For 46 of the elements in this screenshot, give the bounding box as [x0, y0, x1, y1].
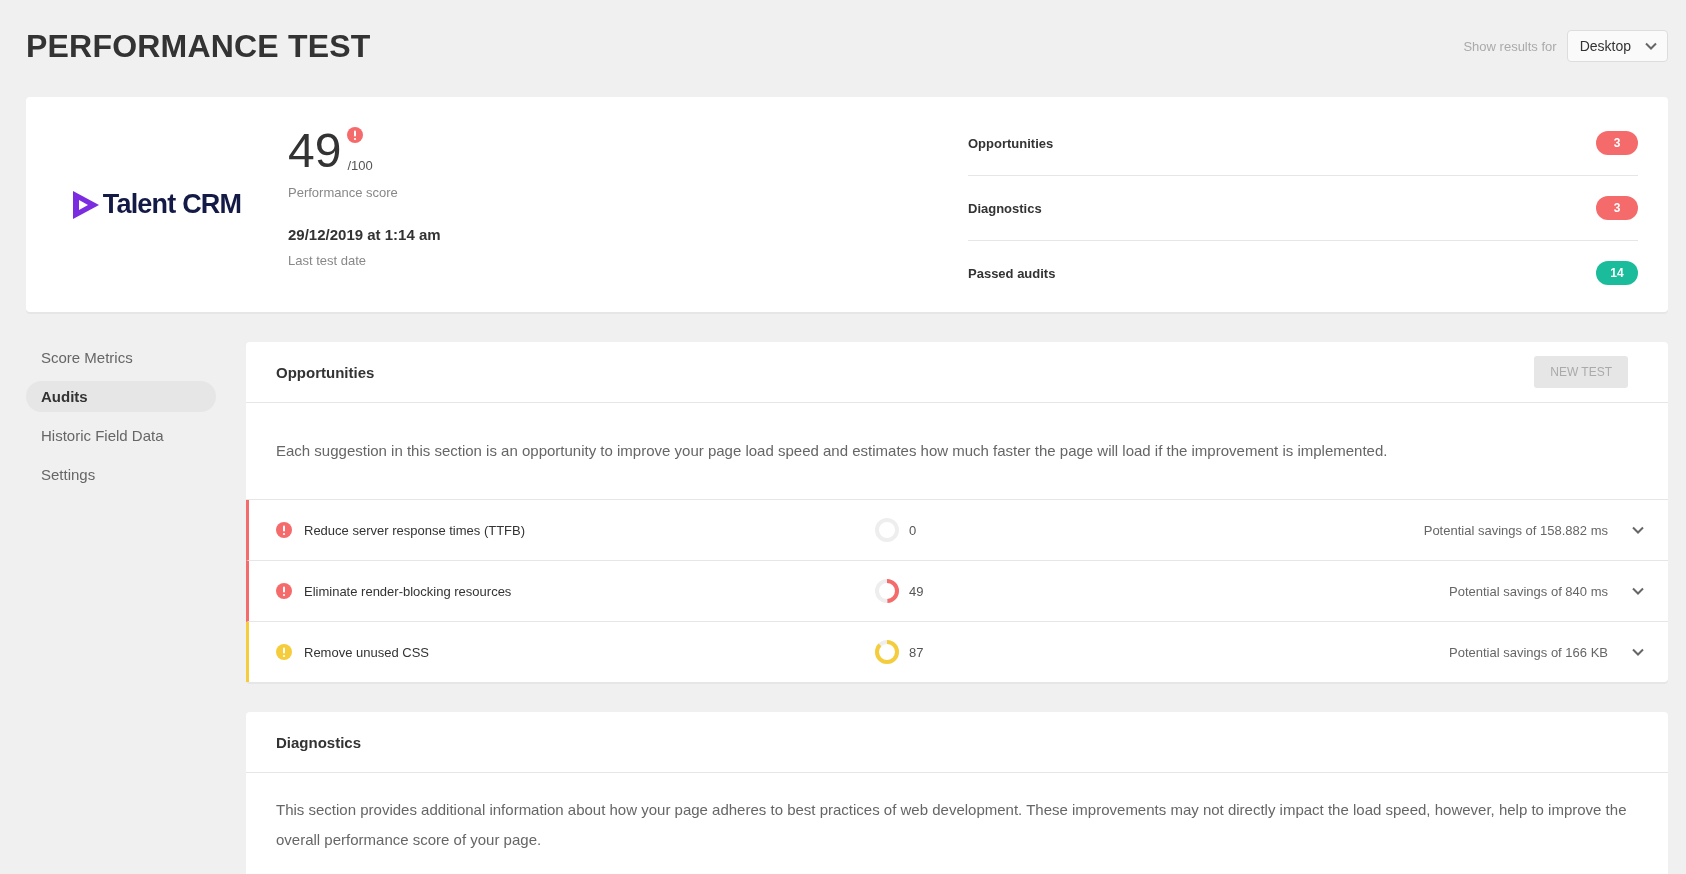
chevron-down-icon[interactable]	[1632, 648, 1644, 656]
section-title: Opportunities	[276, 363, 375, 381]
score-label: Performance score	[288, 185, 399, 200]
alert-icon	[276, 583, 292, 599]
sidebar-item[interactable]: Score Metrics	[26, 342, 216, 373]
test-date: 29/12/2019 at 1:14 am	[288, 226, 442, 243]
score-ring-icon	[873, 638, 901, 666]
sidebar-item[interactable]: Settings	[26, 459, 216, 490]
audit-title: Reduce server response times (TTFB)	[304, 522, 526, 538]
audit-row[interactable]: Reduce server response times (TTFB) 0 Potential savings of 158.882 ms	[246, 500, 1668, 561]
chevron-down-icon	[1645, 42, 1657, 50]
count-badge: 3	[1596, 131, 1638, 155]
alert-icon	[276, 644, 292, 660]
section-description: This section provides additional information about how your page adheres to best practices of web development. These improvements may not directly impact the load speed, however, help to improve the overall performance score of your page.	[275, 800, 1628, 850]
count-label: Opportunities	[968, 135, 1054, 151]
audit-row[interactable]: Eliminate render-blocking resources 49 Potential savings of 840 ms	[246, 561, 1668, 622]
alert-icon	[346, 127, 363, 143]
show-results-label: Show results for	[1463, 38, 1557, 54]
score-ring-icon	[873, 577, 901, 605]
chevron-down-icon[interactable]	[1632, 587, 1644, 595]
count-badge: 3	[1596, 196, 1638, 220]
count-badge: 14	[1596, 261, 1638, 285]
audit-title: Eliminate render-blocking resources	[304, 583, 512, 599]
talent-crm-logo: Talent CRM	[70, 188, 242, 221]
sidebar-item[interactable]: Historic Field Data	[26, 420, 216, 451]
device-dropdown[interactable]: Desktop	[1566, 30, 1668, 62]
count-label: Diagnostics	[968, 200, 1042, 216]
potential-savings: Potential savings of 840 ms	[1449, 583, 1608, 599]
play-triangle-icon	[70, 188, 101, 221]
audit-score: 49	[909, 583, 924, 599]
potential-savings: Potential savings of 166 KB	[1449, 644, 1608, 660]
chevron-down-icon[interactable]	[1632, 526, 1644, 534]
alert-icon	[276, 522, 292, 538]
audit-title: Remove unused CSS	[304, 644, 429, 660]
section-title: Diagnostics	[276, 733, 362, 751]
audit-row[interactable]: Remove unused CSS 87 Potential savings of 166 KB	[246, 622, 1668, 682]
potential-savings: Potential savings of 158.882 ms	[1423, 522, 1608, 538]
page-title: PERFORMANCE TEST	[26, 27, 371, 65]
test-date-label: Last test date	[288, 253, 368, 268]
audit-score: 0	[909, 522, 917, 538]
section-description: Each suggestion in this section is an opportunity to improve your page load speed and estimates how much faster the page will load if the improvement is implemented.	[246, 403, 1668, 500]
score-maximum: /100	[347, 158, 373, 173]
performance-score: 49	[288, 127, 342, 175]
count-label: Passed audits	[968, 265, 1056, 281]
sidebar-item[interactable]: Audits	[26, 381, 216, 412]
audit-score: 87	[909, 644, 924, 660]
